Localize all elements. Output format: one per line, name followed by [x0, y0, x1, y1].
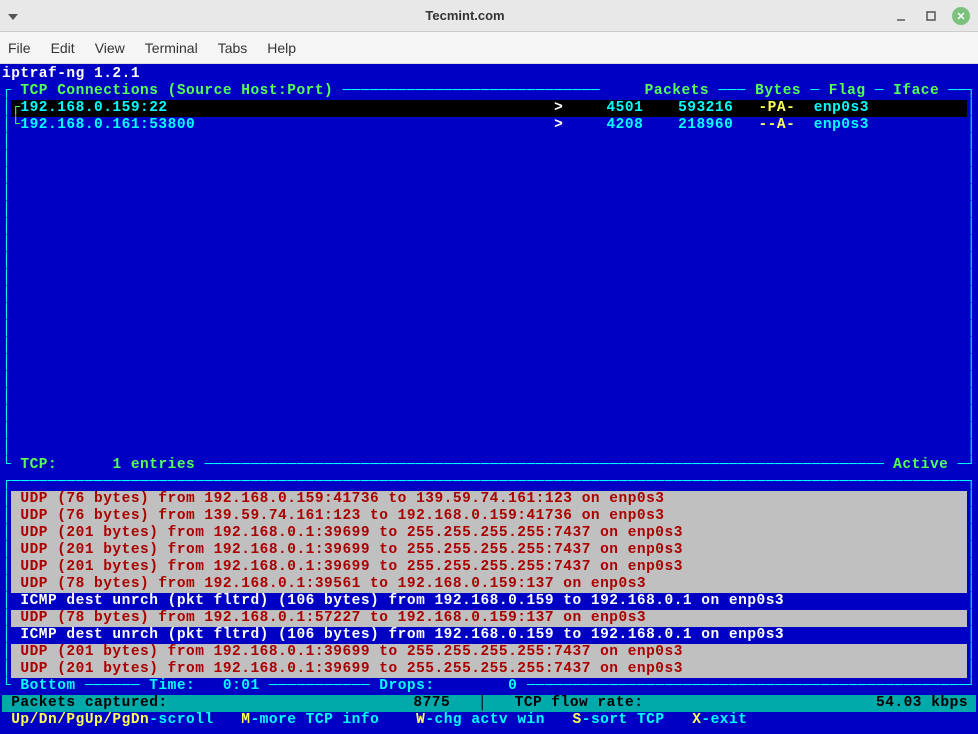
log-udp-row: │ UDP (76 bytes) from 139.59.74.161:123 … [2, 508, 976, 525]
help-m-label: -more TCP info [250, 712, 379, 729]
conn-dir: > [554, 117, 563, 134]
conn-host: 192.168.0.159:22 [20, 100, 554, 117]
window-title: Tecmint.com [38, 8, 892, 23]
app-version: iptraf-ng 1.2.1 [2, 66, 976, 83]
log-udp-row: │ UDP (201 bytes) from 192.168.0.1:39699… [2, 525, 976, 542]
log-panel-bottom: └ Bottom ────── Time: 0:01 ─────────── D… [2, 678, 976, 695]
dropdown-icon [8, 14, 18, 20]
conn-bytes: 218960 [643, 117, 733, 134]
tcp-flow-rate-label: TCP flow rate: [505, 695, 643, 712]
help-s-key: S [573, 712, 582, 729]
log-udp-row: │ UDP (76 bytes) from 192.168.0.159:4173… [2, 491, 976, 508]
maximize-icon [925, 10, 937, 22]
log-text: UDP (201 bytes) from 192.168.0.1:39699 t… [11, 644, 967, 661]
header-title: TCP Connections (Source Host:Port) [11, 83, 342, 100]
help-w-label: -chg actv win [425, 712, 545, 729]
conn-flag: --A- [733, 117, 795, 134]
help-s-label: -sort TCP [582, 712, 665, 729]
packets-captured-value: 8775 [380, 695, 450, 712]
menu-terminal[interactable]: Terminal [145, 40, 198, 56]
menubar: File Edit View Terminal Tabs Help [0, 32, 978, 64]
tcp-flow-rate-value: 54.03 kbps [856, 695, 976, 712]
tcp-entries: 1 entries [112, 457, 204, 474]
conn-iface: enp0s3 [814, 117, 869, 134]
menu-tabs[interactable]: Tabs [218, 40, 248, 56]
log-udp-row: │ UDP (201 bytes) from 192.168.0.1:39699… [2, 542, 976, 559]
tcp-connection-list: │┌192.168.0.159:22 >4501593216-PA- enp0s… [2, 100, 976, 134]
tcp-label: TCP: [11, 457, 57, 474]
close-icon [956, 11, 966, 21]
conn-packets: 4208 [563, 117, 643, 134]
packet-log: │ UDP (76 bytes) from 192.168.0.159:4173… [2, 491, 976, 678]
minimize-button[interactable] [892, 7, 910, 25]
packets-captured-label: Packets captured: [2, 695, 168, 712]
conn-flag: -PA- [733, 100, 795, 117]
tcp-panel-footer: └ TCP: 1 entries ───────────────────────… [2, 457, 976, 474]
time-value: 0:01 [223, 678, 269, 695]
log-text: UDP (201 bytes) from 192.168.0.1:39699 t… [11, 559, 967, 576]
bottom-label: Bottom [11, 678, 85, 695]
log-text: UDP (201 bytes) from 192.168.0.1:39699 t… [11, 525, 967, 542]
conn-host: 192.168.0.161:53800 [20, 117, 554, 134]
help-bar: Up/Dn/PgUp/PgDn -scroll M -more TCP info… [2, 712, 976, 729]
tcp-connection-row[interactable]: │└192.168.0.161:53800 >4208218960--A- en… [2, 117, 976, 134]
log-icmp-row: │ ICMP dest unrch (pkt fltrd) (106 bytes… [2, 627, 976, 644]
log-text: ICMP dest unrch (pkt fltrd) (106 bytes) … [11, 593, 967, 610]
menu-help[interactable]: Help [267, 40, 296, 56]
log-panel-top: ┌ ──────────────────────────────────────… [2, 474, 976, 491]
close-button[interactable] [952, 7, 970, 25]
tcp-active: Active [884, 457, 958, 474]
help-w-key: W [416, 712, 425, 729]
titlebar-menu[interactable] [8, 8, 38, 23]
conn-bytes: 593216 [643, 100, 733, 117]
log-text: UDP (201 bytes) from 192.168.0.1:39699 t… [11, 542, 967, 559]
minimize-icon [895, 10, 907, 22]
conn-dir: > [554, 100, 563, 117]
tcp-connection-row[interactable]: │┌192.168.0.159:22 >4501593216-PA- enp0s… [2, 100, 976, 117]
header-iface: Iface [884, 83, 948, 100]
log-text: UDP (78 bytes) from 192.168.0.1:39561 to… [11, 576, 967, 593]
time-label: Time: [140, 678, 195, 695]
log-udp-row: │ UDP (201 bytes) from 192.168.0.1:39699… [2, 661, 976, 678]
help-scroll-key: Up/Dn/PgUp/PgDn [2, 712, 149, 729]
log-text: ICMP dest unrch (pkt fltrd) (106 bytes) … [11, 627, 967, 644]
conn-packets: 4501 [563, 100, 643, 117]
maximize-button[interactable] [922, 7, 940, 25]
menu-file[interactable]: File [8, 40, 31, 56]
log-udp-row: │ UDP (201 bytes) from 192.168.0.1:39699… [2, 559, 976, 576]
log-text: UDP (76 bytes) from 139.59.74.161:123 to… [11, 508, 967, 525]
window-titlebar: Tecmint.com [0, 0, 978, 32]
log-icmp-row: │ ICMP dest unrch (pkt fltrd) (106 bytes… [2, 593, 976, 610]
log-text: UDP (76 bytes) from 192.168.0.159:41736 … [11, 491, 967, 508]
drops-label: Drops: [370, 678, 434, 695]
menu-edit[interactable]: Edit [51, 40, 75, 56]
log-text: UDP (201 bytes) from 192.168.0.1:39699 t… [11, 661, 967, 678]
help-x-label: -exit [701, 712, 747, 729]
log-udp-row: │ UDP (201 bytes) from 192.168.0.1:39699… [2, 644, 976, 661]
log-text: UDP (78 bytes) from 192.168.0.1:57227 to… [11, 610, 967, 627]
drops-value: 0 [508, 678, 526, 695]
help-x-key: X [692, 712, 701, 729]
log-udp-row: │ UDP (78 bytes) from 192.168.0.1:57227 … [2, 610, 976, 627]
help-scroll-label: -scroll [149, 712, 213, 729]
stats-bar: Packets captured: 8775 │ TCP flow rate: … [2, 695, 976, 712]
help-m-key: M [241, 712, 250, 729]
tcp-panel-header: ┌ TCP Connections (Source Host:Port) ───… [2, 83, 976, 100]
menu-view[interactable]: View [95, 40, 125, 56]
header-packets: Packets [635, 83, 718, 100]
conn-iface: enp0s3 [814, 100, 869, 117]
header-bytes: Bytes [746, 83, 810, 100]
terminal-output[interactable]: iptraf-ng 1.2.1 ┌ TCP Connections (Sourc… [0, 64, 978, 734]
log-udp-row: │ UDP (78 bytes) from 192.168.0.1:39561 … [2, 576, 976, 593]
header-flag: Flag [820, 83, 875, 100]
